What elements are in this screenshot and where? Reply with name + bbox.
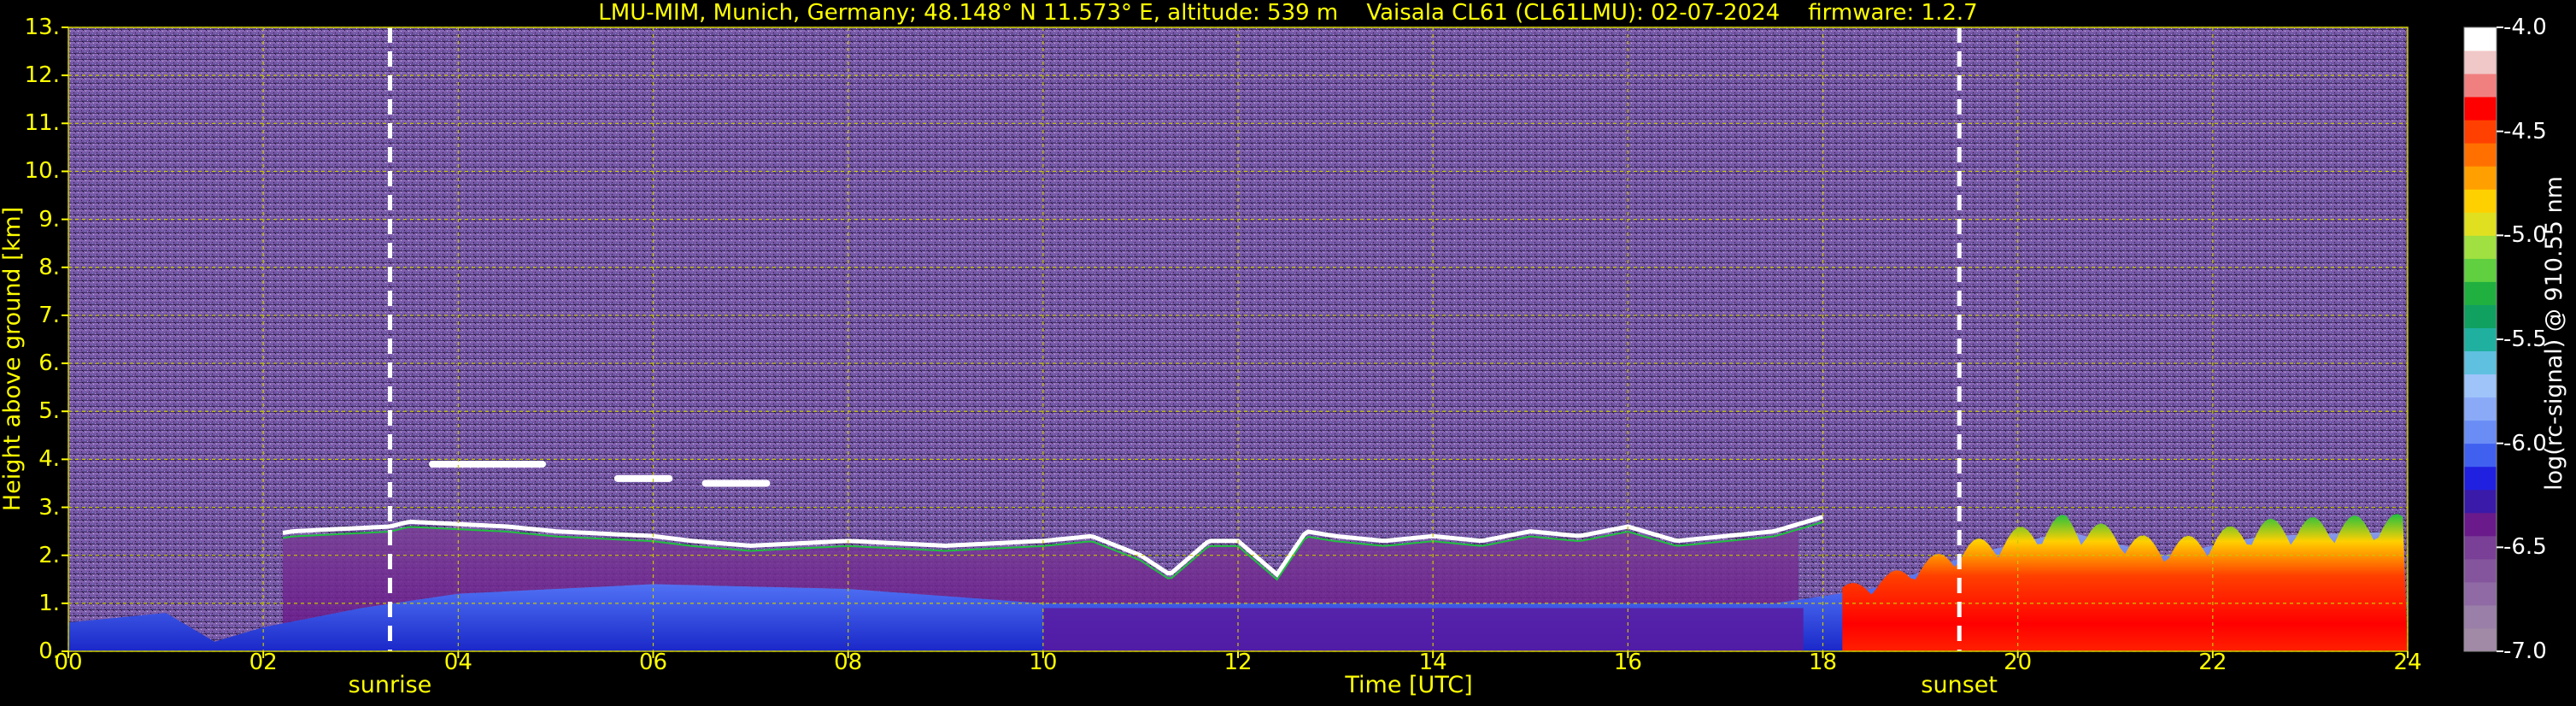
colorbar-tick-label: -7.0 [2503, 638, 2547, 664]
elevated-layer-1 [613, 474, 673, 482]
elevated-layer-0 [429, 461, 547, 468]
colorbar-segment [2464, 374, 2497, 398]
colorbar-segment [2464, 327, 2497, 352]
colorbar-segment [2464, 466, 2497, 491]
x-tick-label: 06 [638, 650, 668, 675]
colorbar-segment [2464, 143, 2497, 167]
colorbar-segment [2464, 235, 2497, 259]
colorbar-segment [2464, 581, 2497, 606]
colorbar-segment [2464, 397, 2497, 421]
y-tick-label: 4. [38, 446, 60, 473]
chart-title: LMU-MIM, Munich, Germany; 48.148° N 11.5… [598, 0, 1978, 26]
colorbar-segment [2464, 604, 2497, 629]
x-tick-label: 14 [1418, 650, 1447, 675]
y-tick-label: 2. [38, 542, 60, 568]
colorbar-segment [2464, 627, 2497, 652]
colorbar-segment [2464, 489, 2497, 514]
y-tick-label: 9. [38, 206, 60, 232]
colorbar-segment [2464, 74, 2497, 97]
x-tick-label: 18 [1808, 650, 1838, 675]
event-label-sunrise: sunrise [348, 672, 432, 698]
x-tick-label: 02 [249, 650, 278, 675]
y-tick-label: 8. [38, 254, 60, 280]
colorbar [2463, 26, 2503, 652]
colorbar-segment [2464, 512, 2497, 537]
colorbar-tick-label: -6.0 [2503, 430, 2547, 456]
colorbar-tick-label: -6.5 [2503, 534, 2547, 561]
plot-canvas [62, 26, 2503, 658]
colorbar-segment [2464, 420, 2497, 444]
y-tick-label: 10. [24, 158, 60, 185]
x-tick-label: 10 [1029, 650, 1058, 675]
colorbar-segment [2464, 258, 2497, 282]
x-tick-label: 24 [2393, 650, 2422, 675]
y-tick-label: 7. [38, 302, 60, 328]
colorbar-segment [2464, 443, 2497, 468]
x-tick-label: 12 [1223, 650, 1253, 675]
colorbar-segment [2464, 189, 2497, 213]
y-tick-label: 12. [24, 62, 60, 89]
colorbar-segment [2464, 97, 2497, 121]
aerosol-layer [1042, 608, 1804, 651]
colorbar-segment [2464, 27, 2497, 51]
x-tick-label: 16 [1613, 650, 1642, 675]
colorbar-tick-label: -4.5 [2503, 118, 2547, 144]
x-tick-label: 08 [834, 650, 863, 675]
x-tick-label: 22 [2198, 650, 2227, 675]
y-tick-label: 6. [38, 350, 60, 377]
colorbar-segment [2464, 120, 2497, 144]
y-tick-label: 13. [24, 15, 60, 40]
colorbar-tick-label: -5.0 [2503, 222, 2547, 249]
colorbar-segment [2464, 281, 2497, 305]
colorbar-segment [2464, 350, 2497, 375]
colorbar-segment [2464, 212, 2497, 236]
event-label-sunset: sunset [1921, 672, 1998, 698]
y-tick-label: 0. [38, 638, 60, 664]
colorbar-segment [2464, 535, 2497, 560]
y-tick-label: 5. [38, 398, 60, 425]
x-axis-label: Time [UTC] [1345, 672, 1473, 698]
colorbar-segment [2464, 558, 2497, 583]
colorbar-tick-label: -5.5 [2503, 327, 2547, 352]
colorbar-segment [2464, 304, 2497, 328]
colorbar-segment [2464, 50, 2497, 74]
plot-area [67, 26, 2409, 652]
elevated-layer-2 [701, 479, 771, 487]
y-tick-label: 1. [38, 590, 60, 616]
colorbar-tick-label: -4.0 [2503, 15, 2547, 40]
colorbar-segment [2464, 166, 2497, 190]
y-tick-label: 11. [24, 110, 60, 137]
ceilometer-figure: LMU-MIM, Munich, Germany; 48.148° N 11.5… [0, 0, 2576, 706]
y-tick-label: 3. [38, 494, 60, 521]
